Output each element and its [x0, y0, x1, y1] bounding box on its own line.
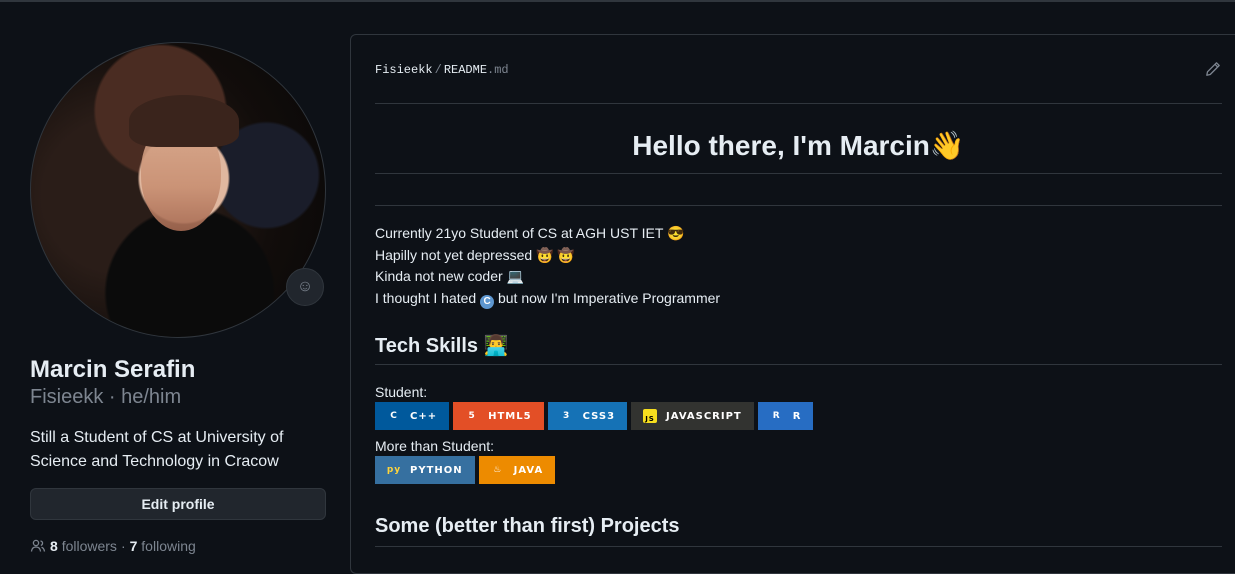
- badge-label: R: [792, 410, 802, 422]
- readme-path-separator: /: [434, 63, 442, 77]
- badge-label: PYTHON: [410, 464, 463, 476]
- people-icon: [30, 539, 46, 552]
- followers-following: 8 followers · 7 following: [30, 538, 196, 554]
- badge-label: C++: [410, 410, 438, 422]
- profile-bio: Still a Student of CS at University of S…: [30, 429, 284, 470]
- projects-underline: [375, 546, 1222, 547]
- projects-heading: Some (better than first) Projects: [375, 515, 680, 537]
- java-logo-icon: ♨: [493, 465, 503, 475]
- html5-logo-icon: 5: [468, 411, 476, 421]
- divider: [375, 205, 1222, 206]
- intro-line-1: Currently 21yo Student of CS at AGH UST …: [375, 225, 685, 241]
- badge-java[interactable]: ♨ JAVA: [478, 456, 556, 484]
- followers-label: followers: [61, 538, 117, 554]
- following-label: following: [141, 538, 196, 554]
- edit-pencil-icon[interactable]: [1205, 61, 1221, 82]
- student-label: Student:: [375, 384, 428, 400]
- javascript-logo-icon: JS: [643, 409, 658, 423]
- badge-c-[interactable]: C C++: [375, 402, 450, 430]
- badge-label: CSS3: [582, 410, 616, 422]
- student-badges: C C++ 5 HTML5 3 CSS3 JS JAVASCRIPT R R: [375, 402, 814, 430]
- intro-line-3: Kinda not new coder 💻: [375, 268, 524, 284]
- follow-separator: ·: [120, 538, 126, 554]
- intro-line-4-start: I thought I hated: [375, 289, 481, 306]
- badge-python[interactable]: py PYTHON: [375, 456, 475, 484]
- badge-css3[interactable]: 3 CSS3: [547, 402, 628, 430]
- tech-skills-underline: [375, 364, 1222, 365]
- followers-link[interactable]: 8 followers: [50, 538, 117, 554]
- readme-path-file[interactable]: README: [444, 63, 487, 77]
- followers-count: 8: [50, 538, 58, 554]
- readme-heading: Hello there, I'm Marcin👋: [632, 130, 965, 161]
- more-than-student-label: More than Student:: [375, 438, 495, 454]
- intro-line-2: Hapilly not yet depressed 🤠 🤠: [375, 246, 575, 263]
- c-language-icon: C: [480, 294, 495, 309]
- badge-label: JAVA: [513, 464, 544, 476]
- badge-javascript[interactable]: JS JAVASCRIPT: [631, 402, 754, 430]
- divider: [375, 103, 1222, 104]
- intro-lines: Currently 21yo Student of CS at AGH UST …: [375, 223, 720, 309]
- profile-name: Marcin Serafin: [30, 356, 196, 383]
- profile-username-pronouns: Fisieekk · he/him: [30, 386, 182, 408]
- following-link[interactable]: 7 following: [130, 538, 196, 554]
- badge-r[interactable]: RR: [757, 402, 814, 430]
- r-logo-icon: R: [772, 411, 781, 421]
- css3-logo-icon: 3: [562, 411, 571, 421]
- top-border: [0, 0, 1235, 2]
- more-badges: py PYTHON ♨ JAVA: [375, 456, 556, 484]
- heading-underline: [375, 173, 1222, 174]
- badge-label: JAVASCRIPT: [666, 410, 742, 422]
- intro-line-4-end: but now I'm Imperative Programmer: [494, 289, 721, 306]
- avatar[interactable]: [30, 42, 326, 338]
- following-count: 7: [129, 538, 138, 554]
- readme-path-user[interactable]: Fisieekk: [375, 63, 433, 77]
- badge-label: HTML5: [488, 410, 532, 422]
- intro-line-4: I thought I hated C but now I'm Imperati…: [375, 288, 720, 310]
- edit-profile-button[interactable]: Edit profile: [30, 488, 326, 520]
- readme-path: Fisieekk / README.md: [375, 63, 509, 77]
- avatar-container: ☺: [30, 42, 326, 338]
- c--logo-icon: C: [390, 411, 398, 421]
- badge-html5[interactable]: 5 HTML5: [453, 402, 544, 430]
- readme-path-ext: .md: [487, 63, 509, 77]
- tech-skills-heading: Tech Skills 👨‍💻: [375, 335, 509, 357]
- readme-card: Fisieekk / README.md Hello there, I'm Marc…: [350, 34, 1235, 574]
- set-status-smiley-icon[interactable]: ☺: [286, 268, 324, 306]
- python-logo-icon: py: [386, 465, 402, 475]
- pencil-icon: [1206, 62, 1220, 76]
